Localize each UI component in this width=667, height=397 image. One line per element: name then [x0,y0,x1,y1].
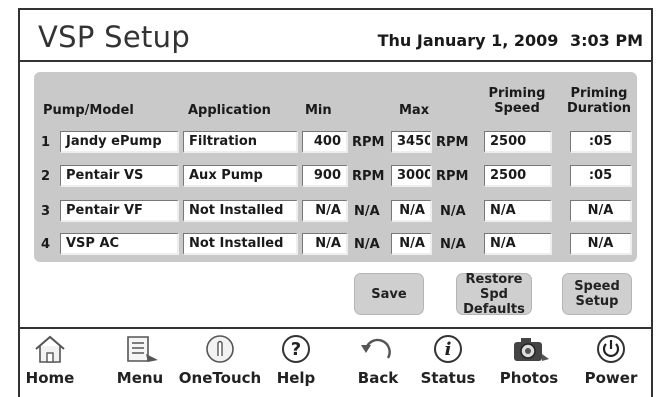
speed-setup-button[interactable]: Speed Setup [562,273,632,315]
pump-model-field[interactable]: Pentair VF [60,200,179,222]
application-field[interactable]: Not Installed [183,233,298,255]
status-icon: i [434,335,462,363]
col-header-pump-model: Pump/Model [43,103,134,118]
priming-speed-field[interactable]: N/A [484,200,552,222]
max-speed-field[interactable]: 3450 [391,131,432,153]
nav-label: Back [357,369,399,387]
pump-model-field[interactable]: Pentair VS [60,165,179,187]
photos-icon [514,338,549,361]
help-icon: ? [282,335,310,363]
date-time: Thu January 1, 2009 3:03 PM [372,31,643,50]
col-header-min: Min [305,103,332,118]
application-field[interactable]: Aux Pump [183,165,298,187]
col-header-application: Application [188,103,271,118]
row-number: 3 [41,204,51,219]
min-speed-field[interactable]: 400 [302,131,348,153]
nav-help[interactable]: ? Help [268,334,324,394]
pump-model-field[interactable]: Jandy ePump [60,131,179,153]
nav-onetouch[interactable]: OneTouch [178,334,262,394]
pump-table-panel: Pump/Model Application Min Max Priming S… [34,72,637,262]
nav-label: OneTouch [178,369,262,387]
onetouch-icon [206,335,234,363]
screen-frame: VSP Setup Thu January 1, 2009 3:03 PM Pu… [18,8,653,397]
nav-label: Photos [499,369,559,387]
max-speed-field[interactable]: 3000 [391,165,432,187]
max-unit: RPM [436,135,469,150]
nav-power[interactable]: Power [576,334,646,394]
col-header-priming-duration: Priming Duration [566,86,632,116]
max-unit: N/A [440,204,466,219]
time-label: 3:03 PM [569,31,643,50]
priming-speed-field[interactable]: 2500 [484,165,552,187]
nav-home[interactable]: Home [22,334,78,394]
date-label: Thu January 1, 2009 [377,31,559,50]
home-icon [35,335,65,363]
max-speed-field[interactable]: N/A [391,200,432,222]
max-unit: RPM [436,169,469,184]
restore-speed-defaults-button[interactable]: Restore Spd Defaults [456,272,532,317]
min-speed-field[interactable]: N/A [302,233,348,255]
svg-text:i: i [445,339,452,360]
col-header-max: Max [399,103,430,118]
nav-status[interactable]: i Status [416,334,480,394]
priming-speed-field[interactable]: 2500 [484,131,552,153]
svg-text:?: ? [291,339,301,360]
nav-photos[interactable]: Photos [494,334,564,394]
min-unit: RPM [352,135,385,150]
row-number: 4 [41,237,51,252]
back-icon [361,338,391,359]
priming-duration-field[interactable]: :05 [570,165,632,187]
nav-divider [20,327,651,329]
application-field[interactable]: Not Installed [183,200,298,222]
application-field[interactable]: Filtration [183,131,298,153]
min-speed-field[interactable]: N/A [302,200,348,222]
nav-back[interactable]: Back [348,334,408,394]
row-number: 2 [41,169,51,184]
save-button[interactable]: Save [354,273,424,315]
header-divider [20,60,651,62]
min-unit: N/A [354,237,380,252]
priming-duration-field[interactable]: N/A [570,233,632,255]
priming-duration-field[interactable]: N/A [570,200,632,222]
nav-label: Menu [116,369,164,387]
col-header-priming-speed: Priming Speed [488,86,546,116]
min-speed-field[interactable]: 900 [302,165,348,187]
priming-speed-field[interactable]: N/A [484,233,552,255]
nav-menu[interactable]: Menu [108,334,172,394]
nav-label: Power [584,369,638,387]
max-speed-field[interactable]: N/A [391,233,432,255]
page-title: VSP Setup [38,20,191,54]
nav-label: Status [420,369,476,387]
priming-duration-field[interactable]: :05 [570,131,632,153]
power-icon [597,335,625,363]
nav-label: Home [25,369,75,387]
menu-icon [127,336,158,362]
pump-model-field[interactable]: VSP AC [60,233,179,255]
min-unit: RPM [352,169,385,184]
min-unit: N/A [354,204,380,219]
nav-label: Help [276,369,316,387]
max-unit: N/A [440,237,466,252]
row-number: 1 [41,135,51,150]
